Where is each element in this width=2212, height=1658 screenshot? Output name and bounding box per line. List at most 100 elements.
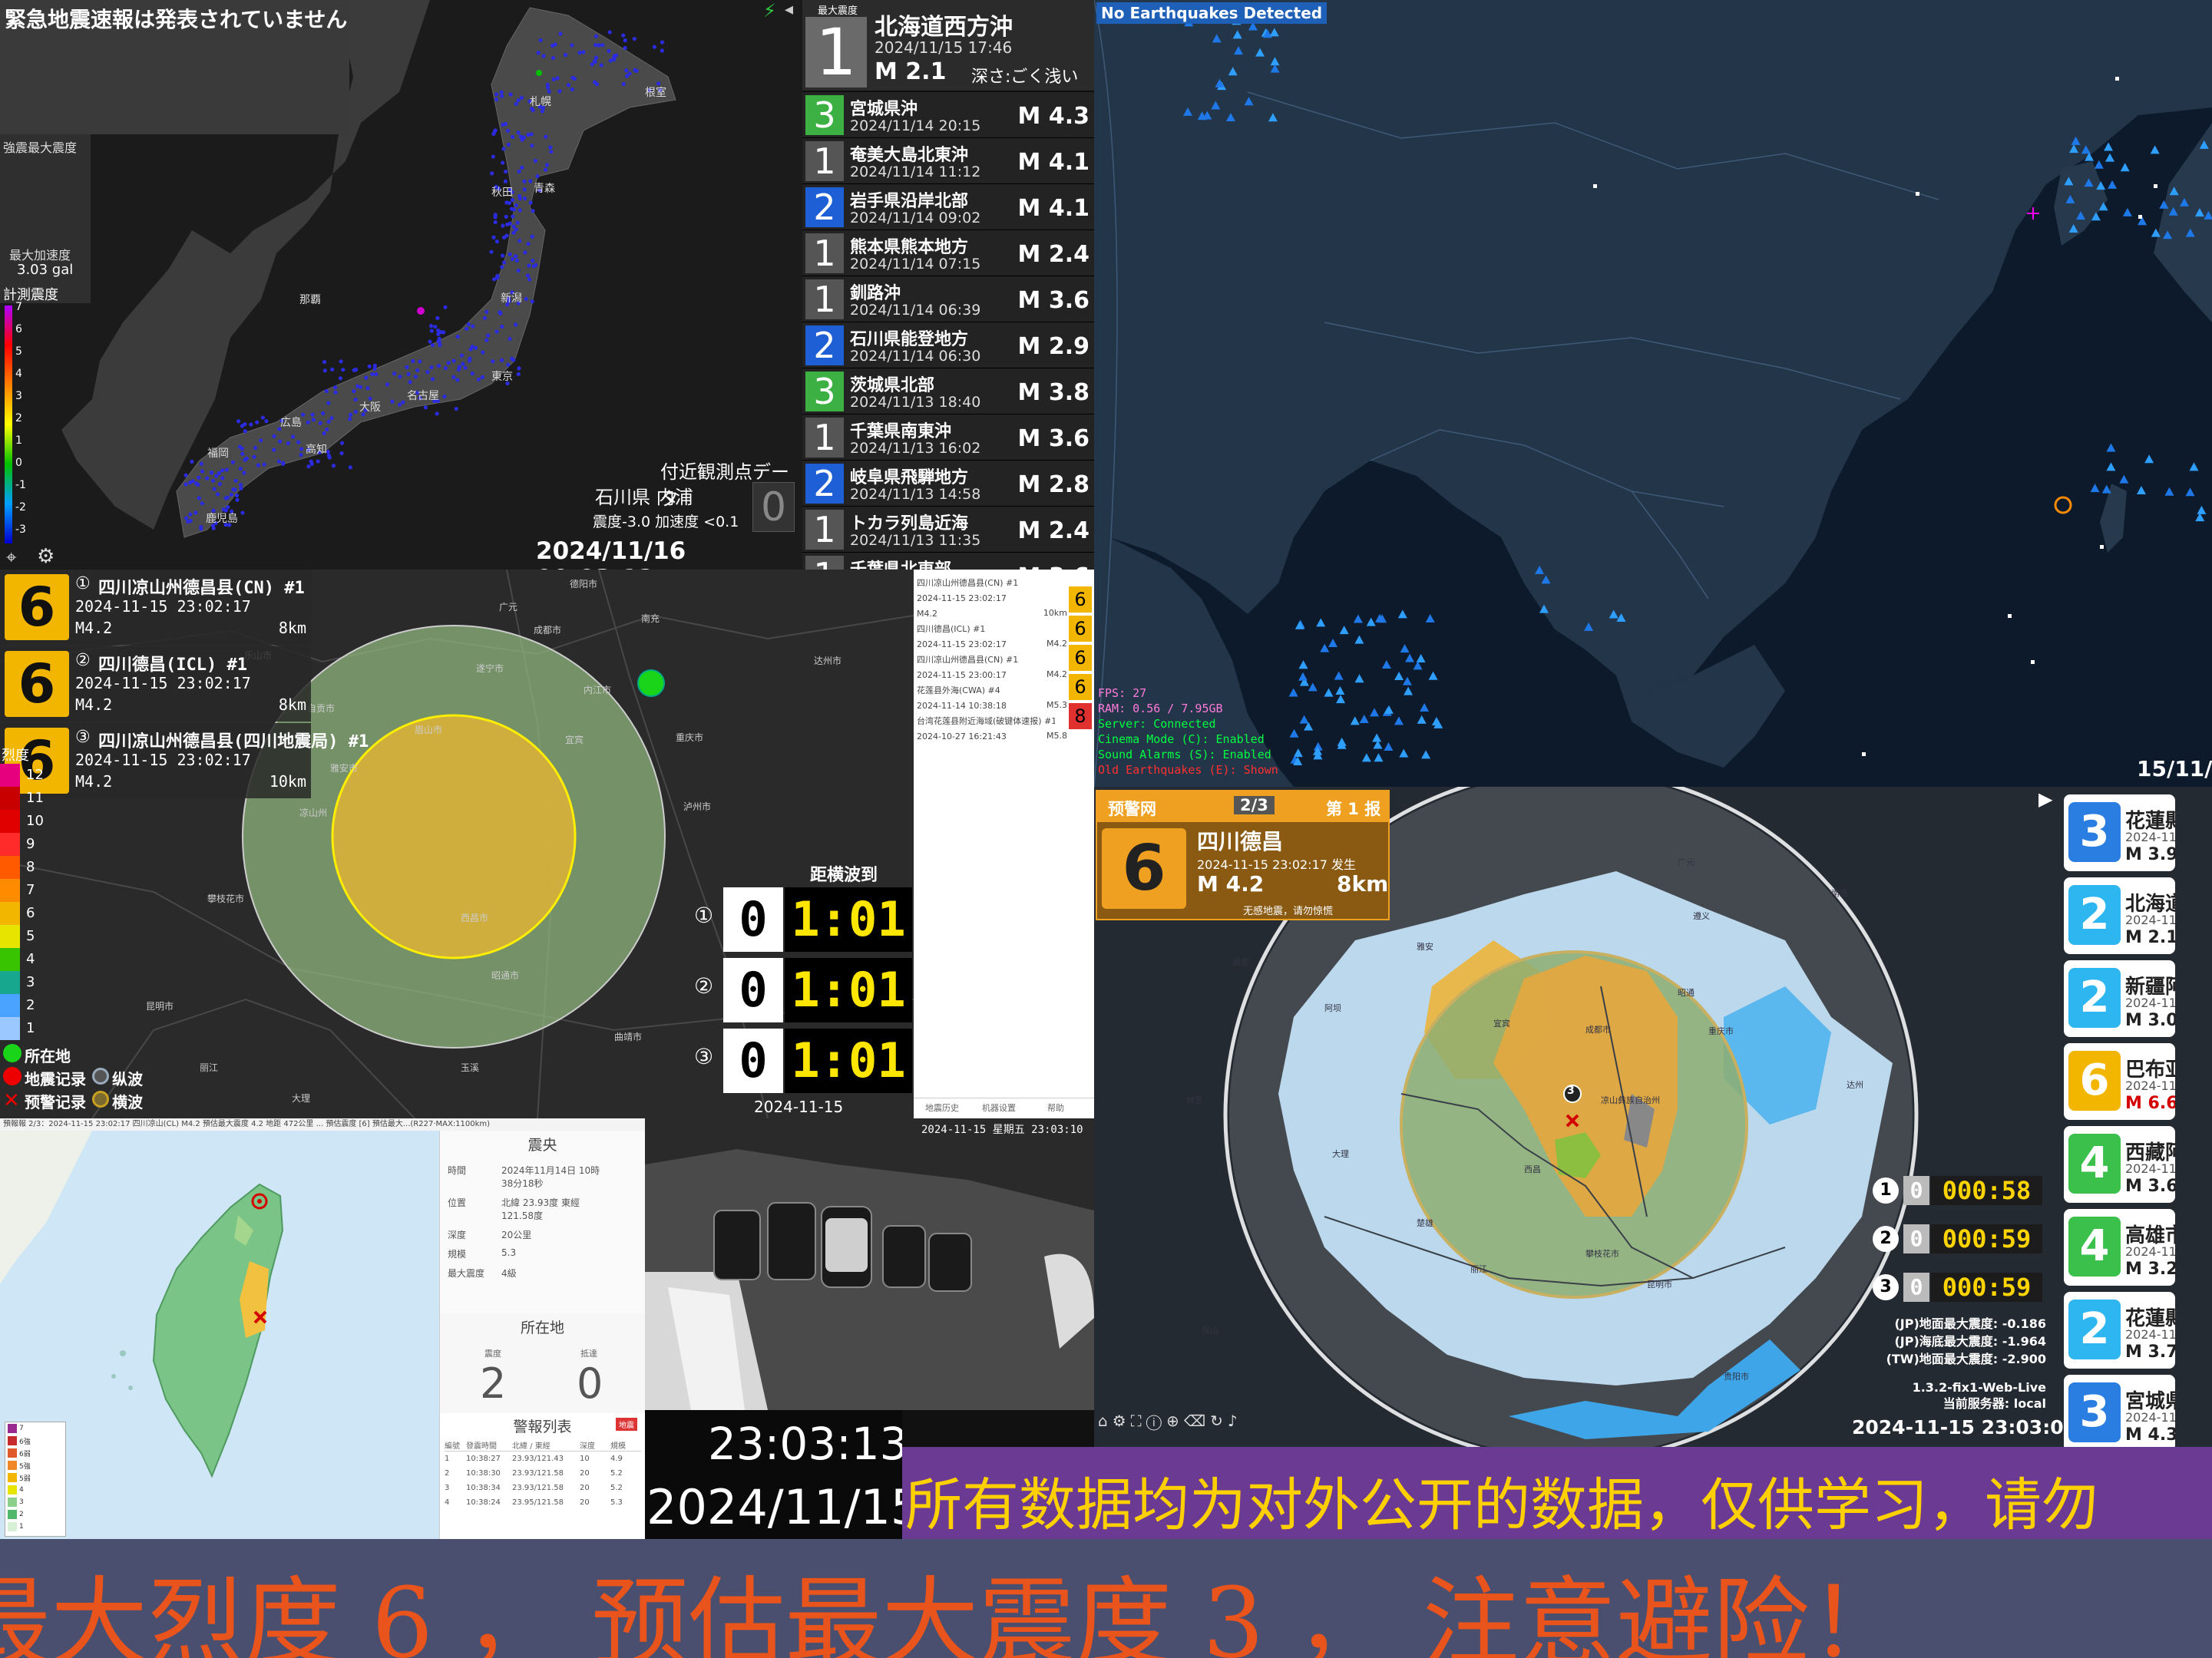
log-line: 四川凉山州德昌县(CN) #1 (917, 578, 1019, 588)
countdown-index: 3 (1873, 1274, 1899, 1300)
legend-item: 6強 (5, 1435, 65, 1447)
log-badge: 6 (1069, 586, 1092, 613)
target-icon[interactable]: ⊕ (1166, 1412, 1184, 1430)
warning-card[interactable]: 预警网 2/3 第 1 报 6 四川德昌 2024-11-15 23:02:17… (1096, 790, 1390, 920)
settings-icon[interactable]: ⚙ (1113, 1412, 1131, 1430)
alert-card[interactable]: 6 ① 四川凉山州德昌县(CN) #1 2024-11-15 23:02:17 M4.2… (0, 570, 311, 645)
epicenter-title: 震央 (527, 1137, 557, 1154)
legend-item: 4 (5, 1484, 65, 1496)
intensity-badge: 1 (805, 418, 844, 457)
place-label: 札幌 (530, 96, 551, 108)
quake-row[interactable]: 3 茨城県北部 2024/11/13 18:40 M 3.8 (802, 368, 1094, 414)
quake-row[interactable]: 1 奄美大島北東沖 2024/11/14 11:12 M 4.1 (802, 138, 1094, 184)
quake-row[interactable]: 1 千葉県南東沖 2024/11/13 16:02 M 3.6 (802, 414, 1094, 461)
quake-time: 2024/11/14 20:15 (850, 117, 981, 134)
place-label: 東京 (491, 371, 513, 383)
fullscreen-icon[interactable]: ⛶ (1131, 1412, 1146, 1430)
scale-swatch (0, 925, 20, 948)
log-tab[interactable]: 帮助 (1027, 1098, 1084, 1118)
place-label: 広島 (280, 417, 302, 429)
table-cell: 5.2 (610, 1469, 623, 1478)
scale-swatch (0, 833, 20, 856)
cctv-view (645, 1118, 1094, 1410)
countdown-index: 1 (1873, 1177, 1899, 1204)
alert-depth: 8km (278, 619, 306, 637)
location-icon[interactable]: ⌖ (6, 547, 17, 568)
play-icon[interactable]: ▶ (2038, 788, 2052, 810)
quake-row[interactable]: 2 岐阜県飛騨地方 2024/11/13 14:58 M 2.8 (802, 461, 1094, 507)
quake-time: 2024-11-15 (2125, 996, 2175, 1010)
table-row[interactable]: 3 10:38:34 23.93/121.58 20 5.2 (445, 1481, 641, 1495)
place-label: 重庆市 (1708, 1026, 1734, 1036)
table-header-cell: 規模 (610, 1442, 626, 1451)
intensity-badge: 1 (805, 141, 844, 181)
intensity-badge: 2 (805, 325, 844, 365)
log-line: 2024-11-15 23:02:17 (917, 639, 1007, 649)
ticker-text: 所有数据均为对外公开的数据，仅供学习，请勿 (905, 1472, 2098, 1538)
alert-num: ① (75, 574, 91, 593)
scale-value: 4 (26, 951, 35, 967)
quake-row[interactable]: 1 トカラ列島近海 2024/11/13 11:35 M 2.4 (802, 507, 1094, 553)
collapse-icon[interactable]: ◂ (785, 0, 793, 19)
place-label: 大理 (292, 1093, 311, 1104)
sea-jp: (JP)海底最大震度: -1.964 (1894, 1334, 2046, 1349)
quake-card[interactable]: 2花蓮縣近2024-11-15M 3.7 (2064, 1292, 2175, 1369)
quake-card[interactable]: 4高雄市甲2024-11-15M 3.2 (2064, 1209, 2175, 1286)
log-tab[interactable]: 地震历史 (914, 1098, 970, 1118)
intensity-badge: 1 (805, 279, 844, 319)
quake-row[interactable]: 1 千葉県北東部 M 3.6 (802, 553, 1094, 570)
log-line: 台湾花莲县附近海域(破键体速报) #1 (917, 716, 1055, 726)
home-icon[interactable]: ⌂ (1098, 1412, 1113, 1430)
ticker-bar: 所有数据均为对外公开的数据，仅供学习，请勿 (902, 1447, 2212, 1539)
quake-card[interactable]: 3花蓮縣近2024-11-15M 3.9 (2064, 794, 2175, 871)
quake-card[interactable]: 2北海道西2024-11-15M 2.1 (2064, 877, 2175, 954)
table-row[interactable]: 1 10:38:27 23.93/121.43 10 4.9 (445, 1452, 641, 1466)
location-title: 所在地 (520, 1319, 564, 1336)
quake-row[interactable]: 2 石川県能登地方 2024/11/14 06:30 M 2.9 (802, 322, 1094, 368)
quake-card[interactable]: 4西藏阿里2024-11-15M 3.6 (2064, 1126, 2175, 1203)
scale-value: 2 (26, 997, 35, 1013)
place-label: 昭通 (1678, 988, 1695, 998)
table-row[interactable]: 2 10:38:30 23.93/121.58 20 5.2 (445, 1466, 641, 1481)
ram-text: RAM: 0.56 / 7.95GB (1098, 702, 1223, 715)
scale-swatch (0, 856, 20, 879)
countdown-row: ① 0 1:01 (691, 884, 914, 953)
refresh-icon[interactable]: ↻ (1210, 1412, 1228, 1430)
quake-row[interactable]: 2 岩手県沿岸北部 2024/11/14 09:02 M 4.1 (802, 184, 1094, 230)
green-dot-icon (3, 1044, 21, 1065)
version-text: 1.3.2-fix1-Web-Live (1912, 1380, 2046, 1395)
countdown-index: ② (694, 973, 714, 999)
place-label: 攀枝花市 (207, 893, 245, 904)
scale-step: 5 (0, 925, 46, 948)
sound-icon[interactable]: ♪ (1228, 1412, 1242, 1430)
event-log-tabs: 地震历史 机器设置 帮助 (914, 1098, 1094, 1118)
quake-card[interactable]: 6巴布亚新2024-11-15M 6.6 (2064, 1043, 2175, 1120)
alert-card[interactable]: 6 ③ 四川凉山州德昌县(四川地震局) #1 2024-11-15 23:02:17 M… (0, 723, 369, 798)
quake-card[interactable]: 2新疆阿克2024-11-15M 3.0 (2064, 960, 2175, 1037)
quake-row[interactable]: 3 宮城県沖 2024/11/14 20:15 M 4.3 (802, 92, 1094, 138)
legend-item: 1 (5, 1521, 65, 1533)
quake-card[interactable]: 3宮城県沖2024-11-14M 4.3 (2064, 1375, 2175, 1447)
alert-card[interactable]: 6 ② 四川德昌(ICL) #1 2024-11-15 23:02:17 M4.2 8km (0, 646, 311, 722)
countdown-row: 1 0 000:58 (1870, 1174, 2042, 1207)
log-tab[interactable]: 机器设置 (970, 1098, 1027, 1118)
table-row[interactable]: 4 10:38:24 23.95/121.58 20 5.3 (445, 1495, 641, 1510)
cctv-panel: 2024-11-15 星期五 23:03:10 (645, 1118, 1094, 1410)
gear-icon[interactable]: ⚙ (37, 545, 55, 568)
row-key: 位置 (448, 1197, 467, 1208)
old-quakes-text: Old Earthquakes (E): Shown (1098, 763, 1278, 777)
quake-row[interactable]: 1 釧路沖 2024/11/14 06:39 M 3.6 (802, 276, 1094, 322)
quake-mag: M 2.8 (1017, 471, 1089, 498)
latest-quake[interactable]: 最大震度 1 北海道西方沖 2024/11/15 17:46 M 2.1 深さ:… (802, 0, 1094, 91)
intensity-badge: 3 (805, 372, 844, 411)
log-line: M4.2 (917, 609, 937, 619)
quake-row[interactable]: 1 熊本県熊本地方 2024/11/14 07:15 M 2.4 (802, 230, 1094, 276)
nearby-station: 石川県 内浦 (595, 487, 693, 508)
place-label: 名古屋 (407, 390, 439, 402)
scale-step: 2 (0, 994, 46, 1017)
info-icon[interactable]: ⓘ (1146, 1412, 1166, 1430)
table-cell: 10:38:30 (466, 1469, 501, 1478)
place-label: 德阳市 (570, 579, 598, 590)
scale-step: 9 (0, 833, 46, 856)
delete-icon[interactable]: ⌫ (1184, 1412, 1210, 1430)
